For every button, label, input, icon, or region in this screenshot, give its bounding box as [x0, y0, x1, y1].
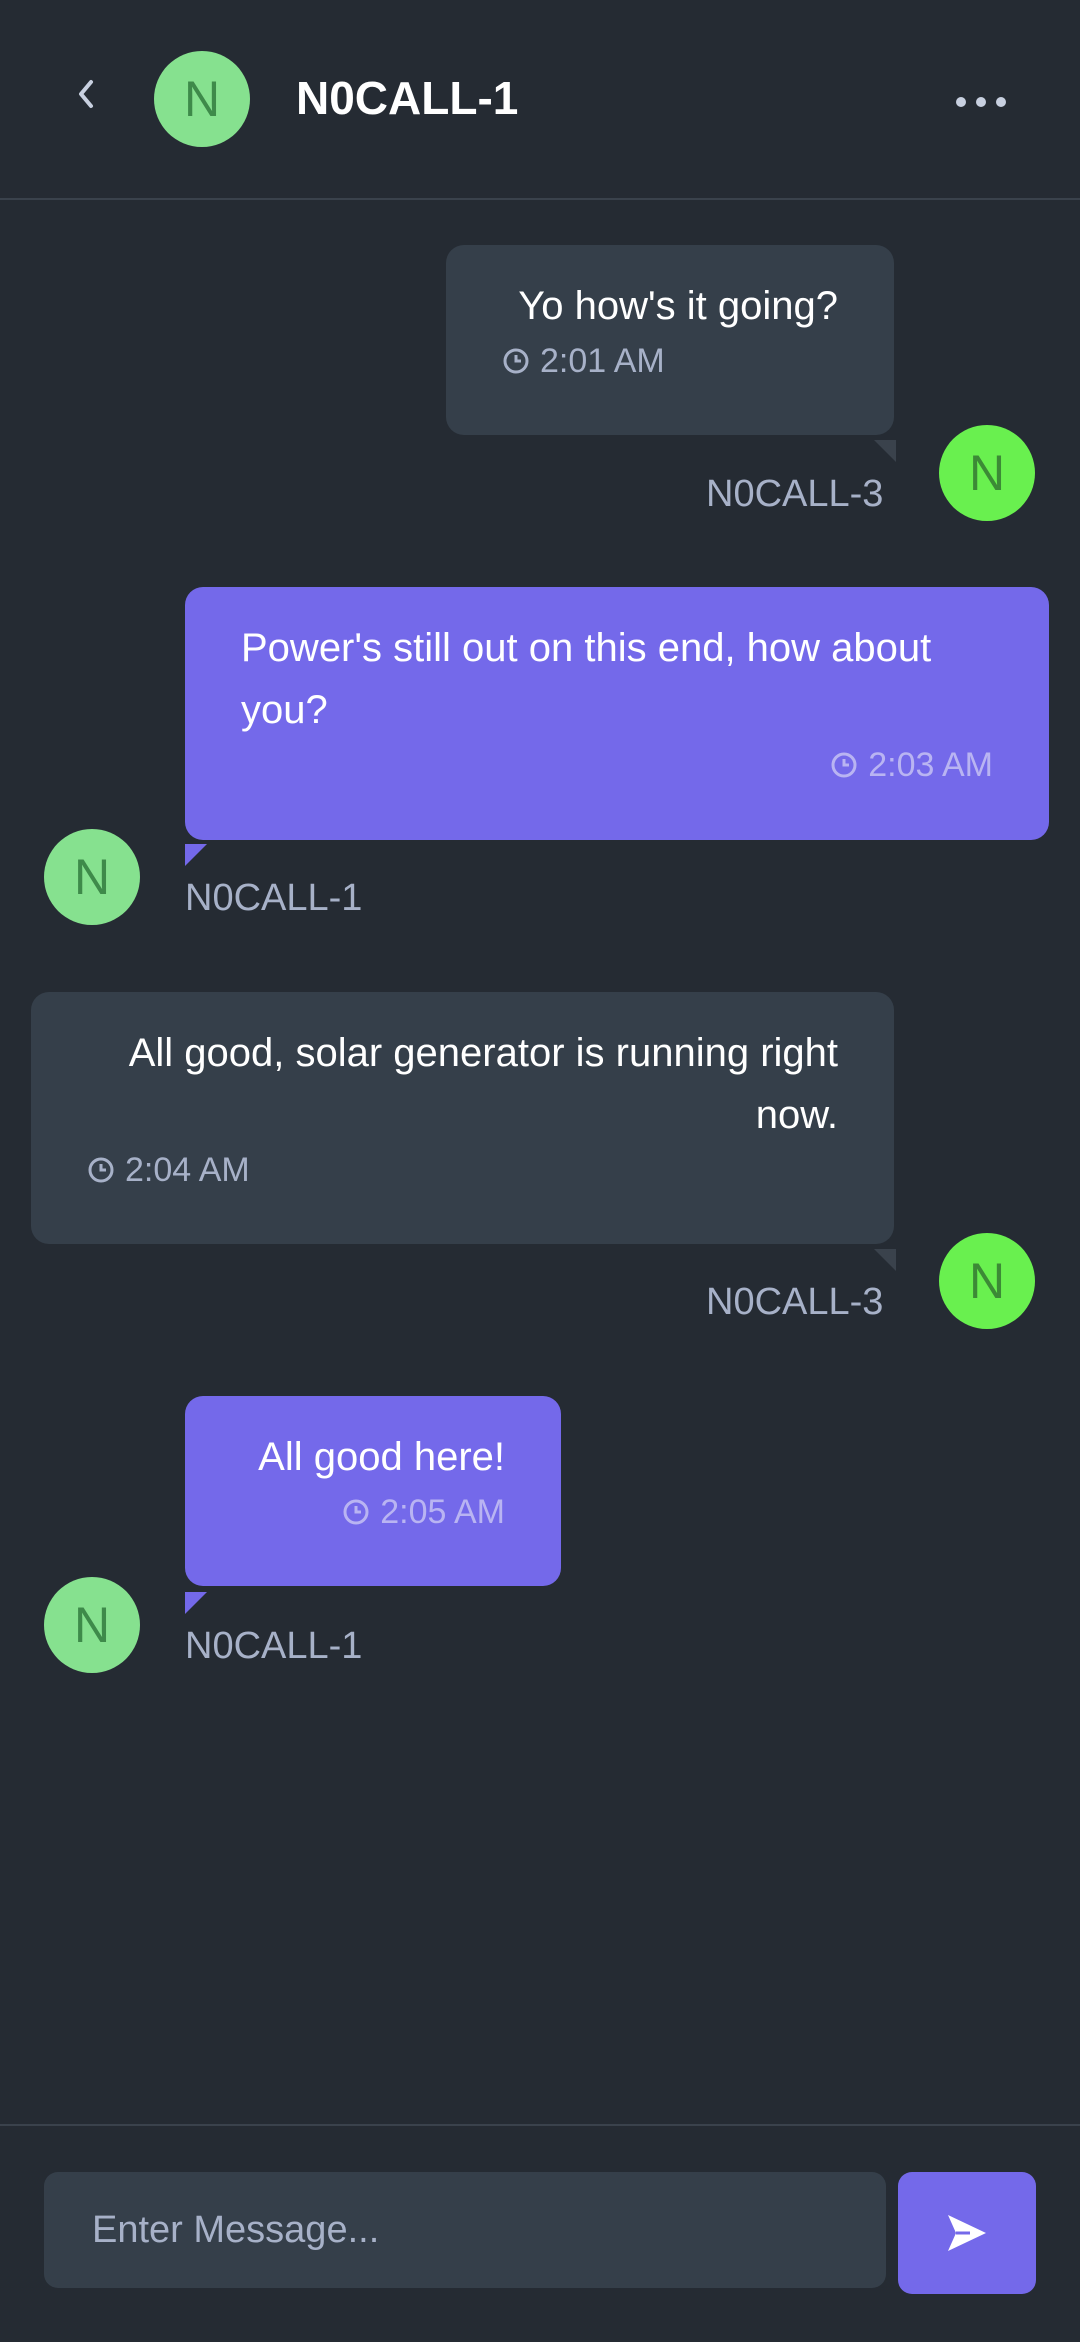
- sender-name: N0CALL-1: [185, 1625, 363, 1667]
- bubble-tail: [185, 1592, 207, 1614]
- send-button[interactable]: [898, 2172, 1036, 2294]
- more-options-button[interactable]: [956, 82, 1006, 122]
- message-time: 2:05 AM: [241, 1492, 505, 1532]
- avatar[interactable]: N: [939, 425, 1035, 521]
- bubble-tail: [874, 1249, 896, 1271]
- clock-icon: [343, 1499, 369, 1525]
- back-button[interactable]: [62, 70, 110, 118]
- more-horizontal-icon: [956, 97, 966, 107]
- page-title: N0CALL-1: [296, 72, 519, 124]
- bubble-tail: [185, 844, 207, 866]
- send-icon: [948, 2215, 986, 2251]
- message-bubble: All good here! 2:05 AM: [185, 1396, 561, 1586]
- message-text: All good here!: [258, 1435, 505, 1479]
- sender-name: N0CALL-3: [706, 473, 884, 515]
- message-text: All good, solar generator is running rig…: [128, 1031, 838, 1137]
- clock-icon: [503, 348, 529, 374]
- clock-icon: [831, 752, 857, 778]
- chat-header: N N0CALL-1: [0, 0, 1080, 200]
- avatar[interactable]: N: [939, 1233, 1035, 1329]
- clock-icon: [88, 1157, 114, 1183]
- chevron-left-icon: [79, 80, 93, 108]
- message-text: Yo how's it going?: [518, 284, 838, 328]
- avatar[interactable]: N: [44, 829, 140, 925]
- message-time: 2:01 AM: [502, 341, 838, 381]
- sender-name: N0CALL-3: [706, 1281, 884, 1323]
- message-input[interactable]: [44, 2172, 886, 2288]
- message-bubble: Power's still out on this end, how about…: [185, 587, 1049, 840]
- message-text: Power's still out on this end, how about…: [241, 626, 932, 732]
- avatar[interactable]: N: [154, 51, 250, 147]
- message-time: 2:03 AM: [241, 745, 993, 785]
- bubble-tail: [874, 440, 896, 462]
- message-bubble: All good, solar generator is running rig…: [31, 992, 894, 1244]
- sender-name: N0CALL-1: [185, 877, 363, 919]
- message-bubble: Yo how's it going? 2:01 AM: [446, 245, 894, 435]
- message-time: 2:04 AM: [87, 1150, 838, 1190]
- avatar[interactable]: N: [44, 1577, 140, 1673]
